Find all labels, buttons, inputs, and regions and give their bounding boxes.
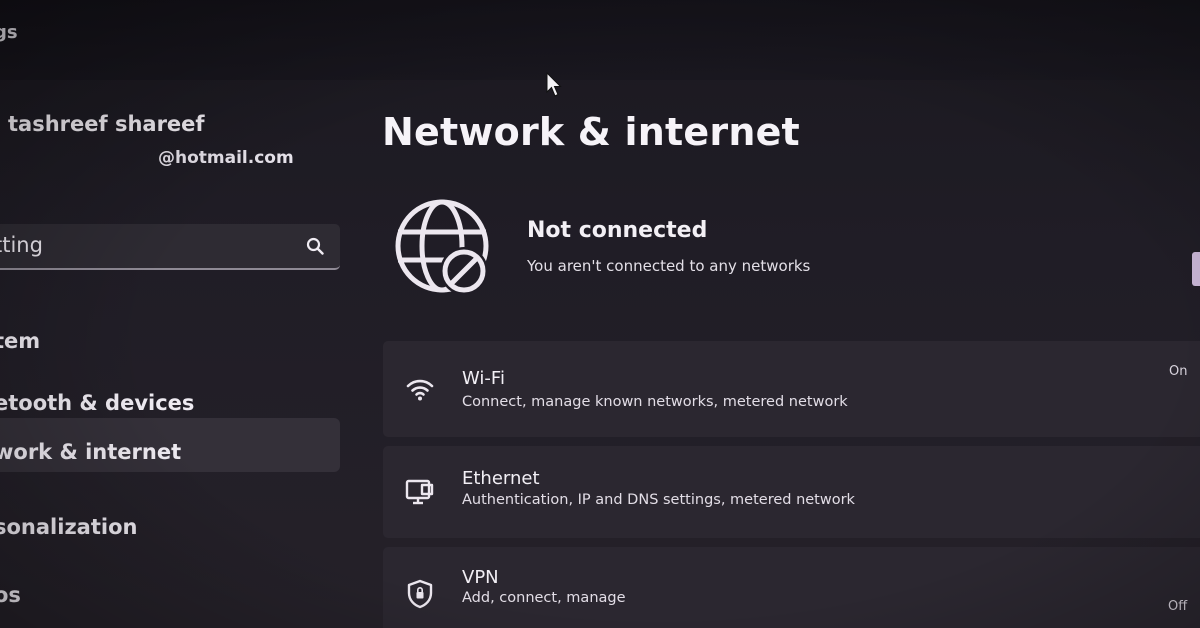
profile-email: @hotmail.com (158, 148, 294, 168)
window-titlebar: gs (0, 0, 1200, 80)
page-title: Network & internet (382, 110, 800, 154)
vpn-toggle-state[interactable]: Off (1168, 599, 1187, 614)
sidebar-item-label: work & internet (0, 440, 182, 464)
connection-status-subtitle: You aren't connected to any networks (527, 257, 811, 275)
sidebar-item-label: tem (0, 329, 41, 353)
window-title: gs (0, 22, 18, 43)
sidebar-item-personalization[interactable]: sonalization (0, 504, 340, 554)
mouse-cursor-icon (546, 72, 562, 97)
shield-icon (407, 579, 433, 609)
vpn-card[interactable]: VPN Add, connect, manage Off (383, 547, 1200, 628)
search-icon[interactable] (306, 237, 324, 255)
ethernet-title: Ethernet (462, 468, 540, 489)
settings-window: gs tashreef shareef @hotmail.com tting t… (0, 0, 1200, 628)
connection-status-title: Not connected (527, 218, 708, 243)
ethernet-description: Authentication, IP and DNS settings, met… (462, 492, 855, 508)
sidebar-item-system[interactable]: tem (0, 318, 340, 368)
wifi-toggle-state[interactable]: On (1169, 364, 1187, 379)
ethernet-icon (405, 479, 434, 505)
sidebar-item-label: os (0, 583, 21, 607)
sidebar-item-network-internet[interactable]: work & internet (0, 418, 340, 472)
sidebar-item-label: etooth & devices (0, 391, 195, 415)
sidebar-item-label: sonalization (0, 515, 138, 539)
wifi-description: Connect, manage known networks, metered … (462, 394, 848, 410)
properties-button-edge[interactable] (1192, 252, 1200, 286)
sidebar-item-apps[interactable]: os (0, 572, 340, 622)
wifi-card[interactable]: Wi-Fi Connect, manage known networks, me… (383, 341, 1200, 437)
wifi-title: Wi-Fi (462, 368, 505, 389)
profile-name: tashreef shareef (8, 112, 205, 136)
vpn-description: Add, connect, manage (462, 590, 626, 606)
search-input-value: tting (0, 233, 43, 257)
globe-blocked-icon (395, 199, 489, 295)
vpn-title: VPN (462, 567, 499, 588)
settings-search-input[interactable]: tting (0, 224, 340, 270)
ethernet-card[interactable]: Ethernet Authentication, IP and DNS sett… (383, 446, 1200, 538)
wifi-icon (406, 379, 434, 401)
